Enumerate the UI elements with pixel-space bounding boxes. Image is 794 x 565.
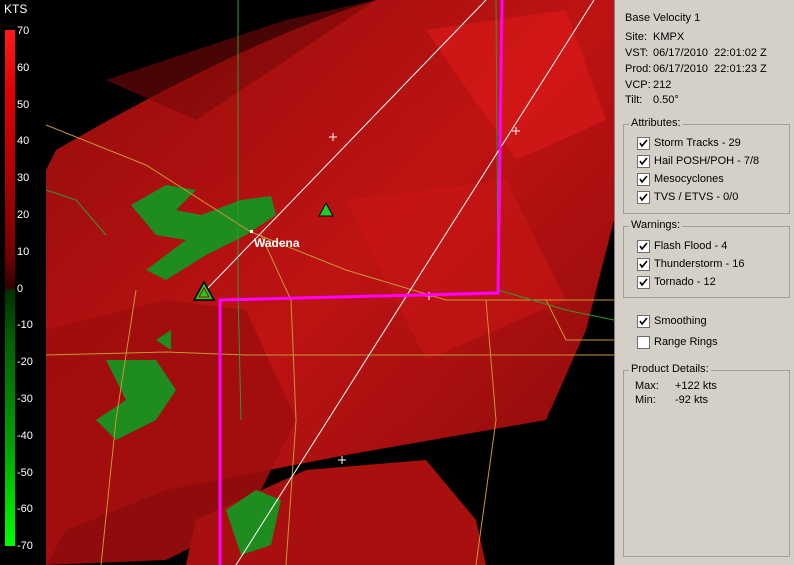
- product-name: Base Velocity 1: [625, 12, 701, 24]
- vcp-label: VCP:: [625, 79, 651, 91]
- prod-value: 06/17/2010 22:01:23 Z: [653, 63, 767, 75]
- min-value: -92 kts: [675, 394, 709, 406]
- attribute-checkbox[interactable]: [637, 137, 650, 150]
- legend-tick-label: -10: [17, 319, 33, 332]
- attribute-checkbox[interactable]: [637, 191, 650, 204]
- legend-unit: KTS: [4, 2, 28, 16]
- attribute-label[interactable]: Hail POSH/POH - 7/8: [654, 155, 759, 167]
- legend-tick-label: -50: [17, 466, 33, 479]
- warning-label[interactable]: Thunderstorm - 16: [654, 258, 744, 270]
- legend-tick-label: -40: [17, 429, 33, 442]
- min-label: Min:: [635, 394, 656, 406]
- range-rings-checkbox[interactable]: [637, 336, 650, 349]
- product-details-title: Product Details:: [629, 363, 711, 375]
- legend-tick-label: 40: [17, 135, 30, 148]
- warning-label[interactable]: Flash Flood - 4: [654, 240, 727, 252]
- attribute-checkbox[interactable]: [637, 155, 650, 168]
- max-value: +122 kts: [675, 380, 717, 392]
- prod-label: Prod:: [625, 63, 652, 75]
- site-value: KMPX: [653, 31, 685, 43]
- city-label-wadena: Wadena: [254, 236, 300, 250]
- legend-tick-label: 0: [17, 282, 24, 295]
- warning-checkbox[interactable]: [637, 258, 650, 271]
- velocity-color-legend: KTS 70 60 50 40 30 20 10 0 -10 -20 -30 -40 -50 -60 -70: [0, 0, 46, 565]
- attribute-checkbox[interactable]: [637, 173, 650, 186]
- warning-checkbox[interactable]: [637, 240, 650, 253]
- legend-tick-label: -70: [17, 540, 33, 553]
- legend-tick-label: 50: [17, 98, 30, 111]
- attribute-label[interactable]: Storm Tracks - 29: [654, 137, 741, 149]
- legend-tick-label: 10: [17, 245, 30, 258]
- legend-tick-label: 70: [17, 25, 30, 37]
- tilt-label: Tilt:: [625, 94, 643, 106]
- attributes-title: Attributes:: [629, 117, 683, 129]
- city-point: [250, 230, 253, 233]
- max-label: Max:: [635, 380, 659, 392]
- tilt-value: 0.50°: [653, 94, 679, 106]
- legend-color-bar: [5, 30, 15, 546]
- warning-checkbox[interactable]: [637, 276, 650, 289]
- legend-tick-label: 30: [17, 172, 30, 185]
- legend-tick-label: 60: [17, 61, 30, 74]
- product-info-panel: Base Velocity 1 Site: KMPX VST: 06/17/2010…: [614, 0, 794, 565]
- site-label: Site:: [625, 31, 648, 43]
- smoothing-checkbox[interactable]: [637, 315, 650, 328]
- radar-map-view[interactable]: Wadena: [46, 0, 614, 565]
- vcp-value: 212: [653, 79, 672, 91]
- smoothing-label[interactable]: Smoothing: [654, 315, 707, 327]
- legend-tick-label: 20: [17, 209, 30, 221]
- legend-tick-label: -60: [17, 503, 33, 516]
- legend-tick-label: -30: [17, 393, 33, 405]
- range-rings-label[interactable]: Range Rings: [654, 336, 718, 348]
- attribute-label[interactable]: TVS / ETVS - 0/0: [654, 191, 738, 203]
- attribute-label[interactable]: Mesocyclones: [654, 173, 724, 185]
- legend-tick-label: -20: [17, 356, 33, 369]
- vst-value: 06/17/2010 22:01:02 Z: [653, 47, 767, 59]
- velocity-echo-area: [46, 0, 614, 565]
- warning-label[interactable]: Tornado - 12: [654, 276, 716, 288]
- vst-label: VST:: [625, 47, 649, 59]
- warnings-title: Warnings:: [629, 219, 683, 231]
